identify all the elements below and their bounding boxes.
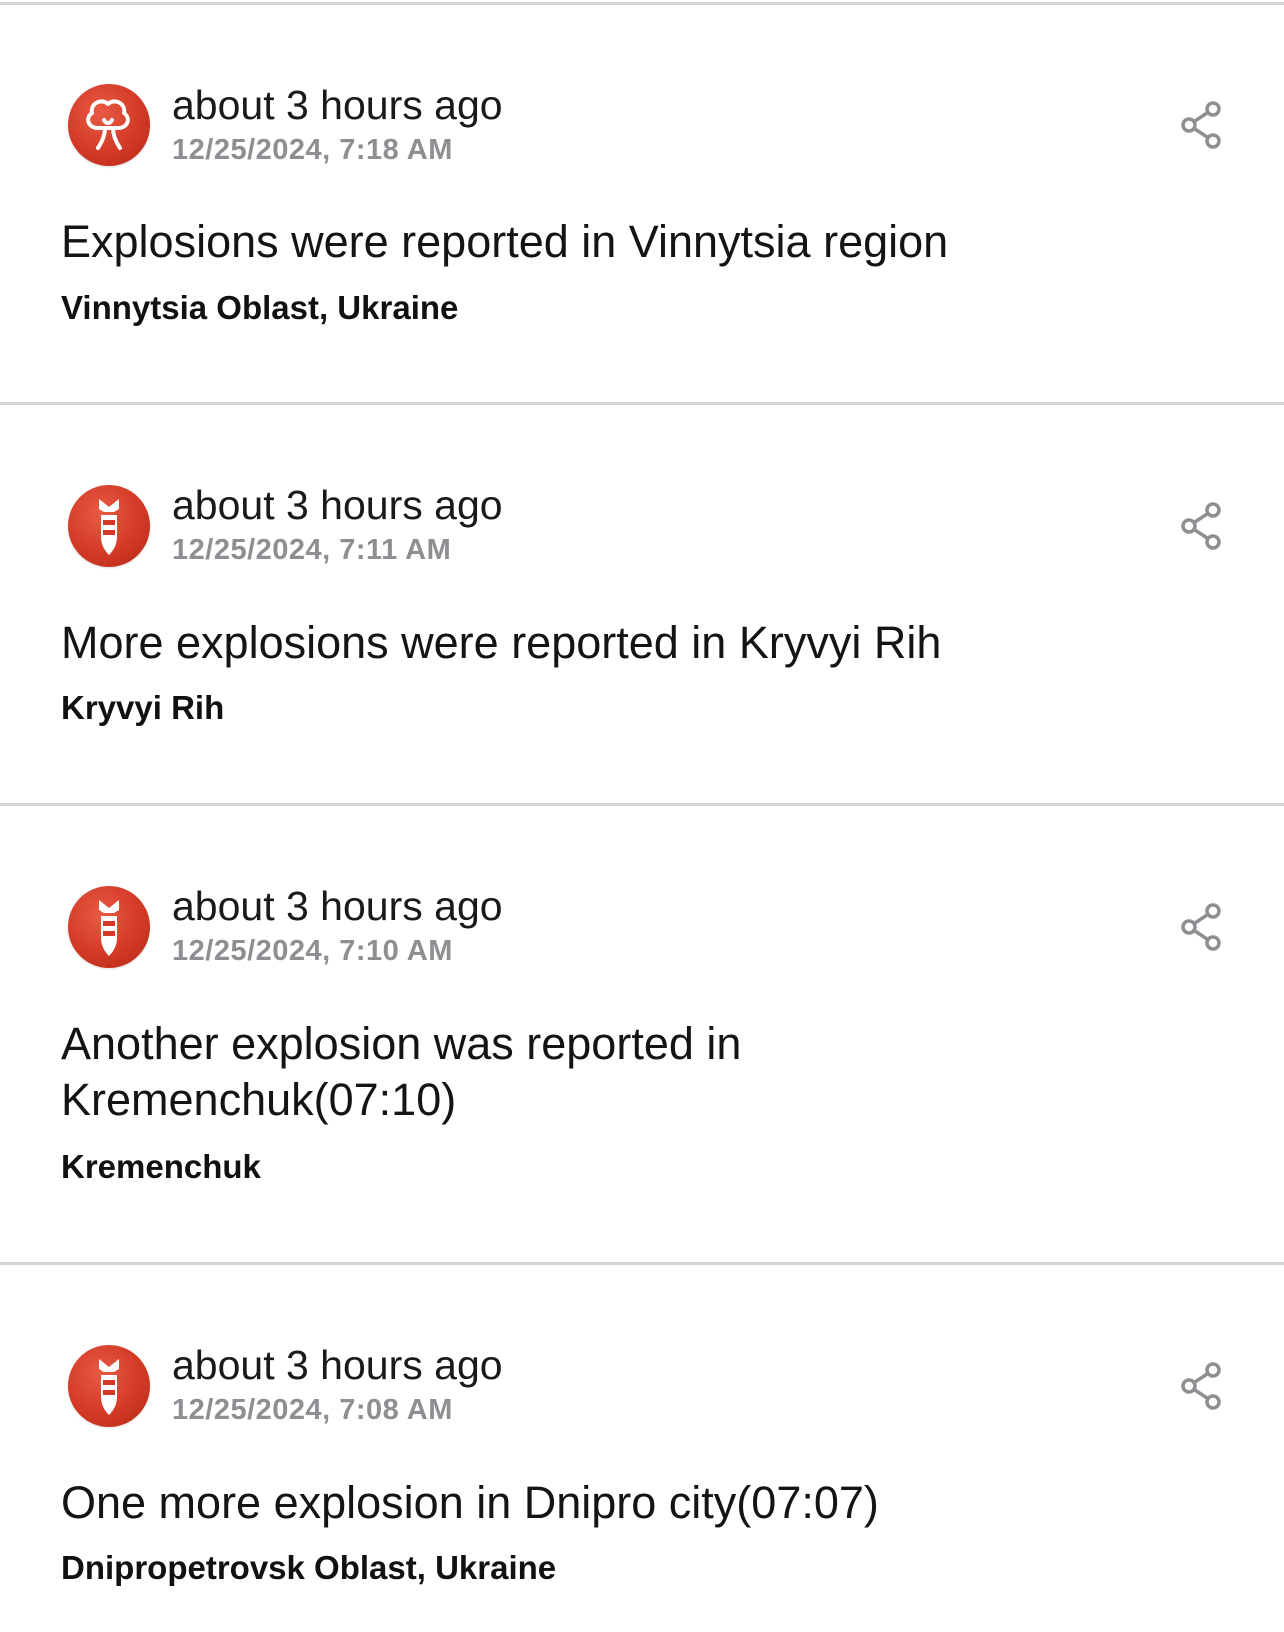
- event-headline: Explosions were reported in Vinnytsia re…: [61, 216, 949, 267]
- event-location: Dnipropetrovsk Oblast, Ukraine: [61, 1549, 557, 1586]
- event-headline: Another explosion was reported in Kremen…: [61, 1018, 742, 1125]
- timestamp: 12/25/2024, 7:08 AM: [172, 1394, 453, 1426]
- share-icon[interactable]: [1178, 501, 1224, 551]
- event-feed: about 3 hours ago 12/25/2024, 7:18 AM Ex…: [0, 0, 1284, 1632]
- event-headline: More explosions were reported in Kryvyi …: [61, 617, 942, 668]
- timestamp: 12/25/2024, 7:10 AM: [172, 935, 453, 967]
- timestamp: 12/25/2024, 7:18 AM: [172, 134, 453, 166]
- share-icon[interactable]: [1178, 100, 1224, 150]
- time-ago: about 3 hours ago: [172, 482, 503, 528]
- bomb-icon: [68, 1345, 150, 1427]
- share-icon[interactable]: [1178, 902, 1224, 952]
- event-headline: One more explosion in Dnipro city(07:07): [61, 1477, 879, 1528]
- timestamp: 12/25/2024, 7:11 AM: [172, 534, 452, 566]
- bomb-icon: [68, 886, 150, 968]
- feed-item[interactable]: about 3 hours ago 12/25/2024, 7:18 AM Ex…: [0, 0, 1284, 405]
- explosion-mushroom-icon: [68, 84, 150, 166]
- time-ago: about 3 hours ago: [172, 82, 503, 128]
- feed-item[interactable]: about 3 hours ago 12/25/2024, 7:08 AM On…: [0, 1265, 1284, 1632]
- time-ago: about 3 hours ago: [172, 883, 503, 929]
- event-location: Kryvyi Rih: [61, 689, 225, 726]
- time-ago: about 3 hours ago: [172, 1342, 503, 1388]
- bomb-icon: [68, 485, 150, 567]
- share-icon[interactable]: [1178, 1361, 1224, 1411]
- feed-item[interactable]: about 3 hours ago 12/25/2024, 7:10 AM An…: [0, 806, 1284, 1265]
- feed-item[interactable]: about 3 hours ago 12/25/2024, 7:11 AM Mo…: [0, 405, 1284, 806]
- event-location: Kremenchuk: [61, 1148, 261, 1185]
- event-location: Vinnytsia Oblast, Ukraine: [61, 289, 459, 326]
